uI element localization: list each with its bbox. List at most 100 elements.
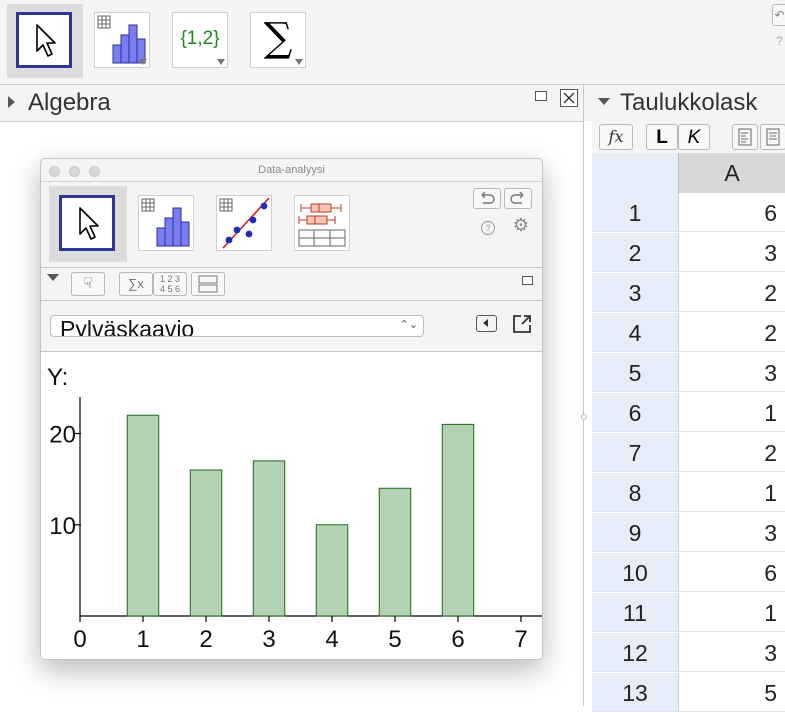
collapse-arrow-icon[interactable]: [598, 98, 610, 105]
style-bar: ☟ ∑x 1 2 3 4 5 6: [41, 267, 542, 301]
bar: [441, 423, 475, 617]
row-header[interactable]: 12: [592, 633, 678, 672]
table-cell[interactable]: 1: [678, 393, 785, 432]
table-cell[interactable]: 1: [678, 473, 785, 512]
cursor-arrow-icon: [79, 207, 99, 240]
spreadsheet-view-title: Taulukkolask: [620, 89, 758, 116]
y-tick-label: 20: [49, 422, 76, 449]
row-header[interactable]: 3: [592, 273, 678, 312]
collapse-arrow-icon[interactable]: [8, 96, 15, 108]
restore-window-icon[interactable]: [522, 276, 533, 285]
swap-sources-button[interactable]: ☟: [71, 272, 105, 296]
redo-icon: [510, 191, 524, 204]
data-analysis-window: Data-analyysi ? ⚙ ☟ ∑x 1 2 3 4 5 6 Pylvä…: [40, 158, 543, 660]
x-tick-label: 6: [451, 626, 464, 653]
align-center-button[interactable]: [760, 124, 785, 150]
two-variable-regression-button[interactable]: [216, 195, 272, 251]
title-bar-divider: [41, 181, 542, 182]
help-icon[interactable]: ?: [481, 221, 495, 235]
algebra-view-title: Algebra: [28, 89, 111, 116]
algebra-view-header: Algebra: [0, 85, 583, 122]
row-header[interactable]: 9: [592, 513, 678, 552]
row-header[interactable]: 4: [592, 313, 678, 352]
x-tick-label: 1: [136, 626, 149, 653]
row-header[interactable]: 2: [592, 233, 678, 272]
table-cell[interactable]: 6: [678, 553, 785, 592]
align-left-button[interactable]: [732, 124, 758, 150]
move-tool-button[interactable]: [59, 195, 115, 251]
spreadsheet-corner-cell[interactable]: [592, 153, 678, 193]
export-button[interactable]: [511, 313, 533, 335]
one-variable-analysis-button[interactable]: [138, 195, 194, 251]
table-cell[interactable]: 1: [678, 593, 785, 632]
show-statistics-button[interactable]: ∑x: [119, 272, 153, 296]
main-toolbar: {1,2} ∑ ↶ ?: [0, 0, 785, 85]
close-view-button[interactable]: [560, 89, 578, 107]
help-icon[interactable]: ?: [776, 34, 785, 48]
y-tick-label: 10: [49, 513, 76, 540]
table-cell[interactable]: 3: [678, 353, 785, 392]
undo-button[interactable]: [473, 188, 501, 209]
multi-variable-analysis-button[interactable]: [294, 195, 350, 251]
dropdown-triangle-icon: [295, 59, 303, 65]
row-header[interactable]: 1: [592, 193, 678, 232]
undock-icon[interactable]: [535, 91, 547, 101]
splitter-handle[interactable]: [581, 414, 587, 420]
undo-icon[interactable]: ↶: [772, 4, 785, 26]
sum-tool-button[interactable]: ∑: [250, 12, 306, 68]
bold-button[interactable]: L: [646, 124, 678, 150]
formula-input-button[interactable]: fx: [599, 124, 633, 150]
redo-button[interactable]: [504, 188, 532, 209]
show-second-plot-button[interactable]: [191, 272, 225, 296]
row-header[interactable]: 5: [592, 353, 678, 392]
table-cell[interactable]: 6: [678, 193, 785, 232]
row-header[interactable]: 8: [592, 473, 678, 512]
x-tick-label: 7: [514, 626, 527, 653]
table-cell[interactable]: 3: [678, 513, 785, 552]
table-cell[interactable]: 2: [678, 433, 785, 472]
bar-chart: Y: 0 1 2 3 4 5 6 7 10 20: [47, 364, 542, 653]
bar: [189, 469, 223, 617]
sum-x-label: ∑x: [128, 276, 144, 291]
table-cell[interactable]: 3: [678, 233, 785, 272]
show-data-button[interactable]: 1 2 3 4 5 6: [153, 272, 187, 296]
table-cell[interactable]: 2: [678, 273, 785, 312]
view-splitter[interactable]: [583, 85, 584, 706]
row-header[interactable]: 13: [592, 673, 678, 712]
x-tick-label: 3: [262, 626, 275, 653]
chart-type-dropdown[interactable]: Pylväskaavio ⌃⌄: [50, 315, 424, 337]
row-header[interactable]: 10: [592, 553, 678, 592]
column-header-a[interactable]: A: [678, 153, 785, 193]
sigma-icon: ∑: [263, 15, 293, 61]
table-cell[interactable]: 3: [678, 633, 785, 672]
options-panel-button[interactable]: [476, 315, 497, 332]
grid-numbers-bottom: 4 5 6: [159, 284, 181, 294]
x-tick-label: 0: [73, 626, 86, 653]
plot-area[interactable]: Y: 0 1 2 3 4 5 6 7 10 20: [41, 351, 542, 659]
one-variable-analysis-button[interactable]: [94, 12, 150, 68]
row-header[interactable]: 11: [592, 593, 678, 632]
table-cell[interactable]: 2: [678, 313, 785, 352]
undo-icon: [481, 191, 495, 204]
hand-icon: ☟: [83, 275, 93, 292]
list-braces-label: {1,2}: [180, 28, 220, 49]
create-list-button[interactable]: {1,2}: [172, 12, 228, 68]
dropdown-triangle-icon: [217, 59, 225, 65]
x-tick-label: 5: [388, 626, 401, 653]
fx-label: fx: [608, 127, 624, 146]
align-center-icon: [766, 128, 780, 146]
style-bar-toggle-icon[interactable]: [47, 274, 59, 281]
bar: [252, 460, 286, 617]
table-cell[interactable]: 5: [678, 673, 785, 712]
bar: [315, 524, 349, 617]
spreadsheet-style-bar: fx L K: [592, 121, 785, 153]
row-header[interactable]: 7: [592, 433, 678, 472]
italic-button[interactable]: K: [678, 124, 710, 150]
bold-label: L: [656, 127, 668, 148]
spreadsheet-view-header: Taulukkolask: [584, 85, 785, 121]
move-tool-button[interactable]: [16, 12, 72, 68]
align-left-icon: [738, 128, 752, 146]
gear-icon[interactable]: ⚙: [511, 215, 531, 235]
row-header[interactable]: 6: [592, 393, 678, 432]
boxplot-icon: [298, 203, 346, 247]
